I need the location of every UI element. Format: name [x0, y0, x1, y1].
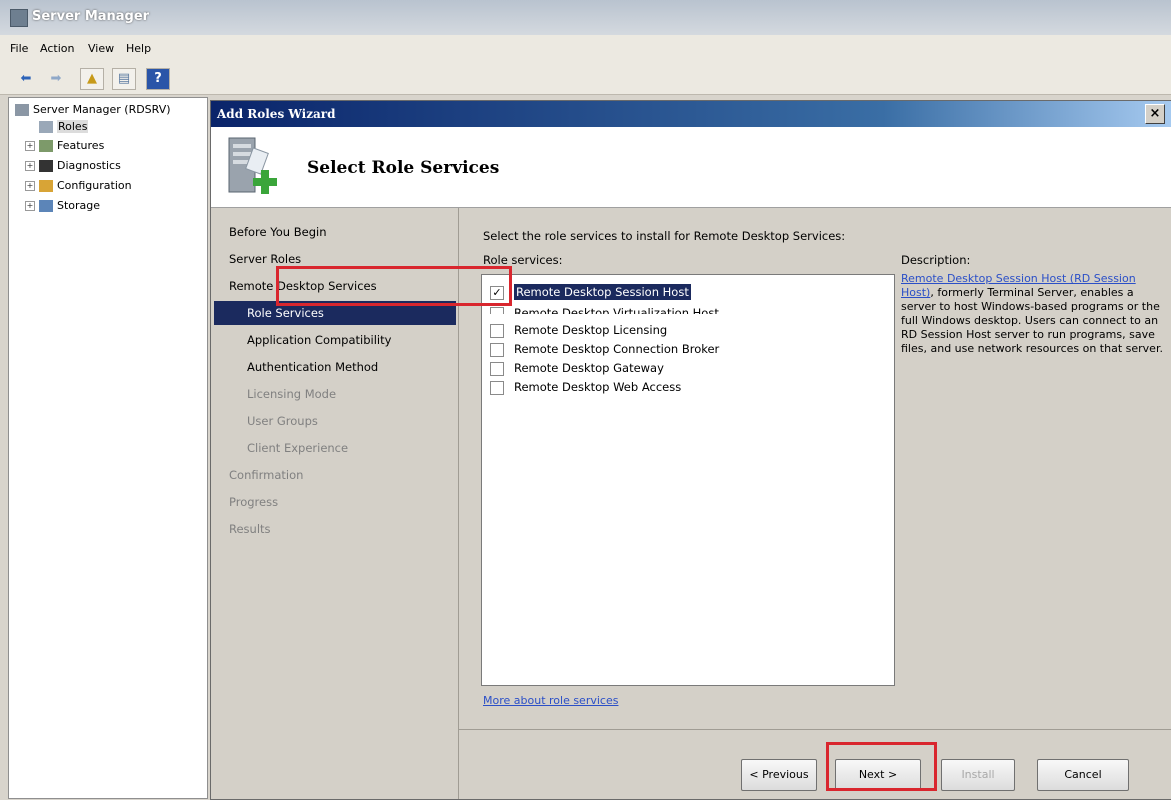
- menu-view[interactable]: View: [88, 42, 114, 55]
- wizard-header: Select Role Services: [211, 127, 1171, 208]
- role-service-licensing[interactable]: Remote Desktop Licensing: [490, 323, 667, 338]
- role-service-virtualization-host[interactable]: Remote Desktop Virtualization Host: [490, 306, 719, 314]
- close-icon[interactable]: ×: [1145, 104, 1165, 124]
- storage-icon: [39, 200, 53, 212]
- menu-help[interactable]: Help: [126, 42, 151, 55]
- instruction-text: Select the role services to install for …: [483, 229, 846, 243]
- description-text: Remote Desktop Session Host (RD Session …: [901, 272, 1163, 355]
- toolbar: ⬅ ➡ ▲ ▤ ?: [0, 62, 1171, 95]
- install-button: Install: [941, 759, 1015, 791]
- step-user-groups: User Groups: [247, 414, 318, 428]
- tree-item-features[interactable]: + Features: [25, 139, 104, 152]
- wizard-content: Select the role services to install for …: [459, 208, 1171, 728]
- window-title: Server Manager: [32, 9, 150, 24]
- console-tree: Server Manager (RDSRV) Roles + Features +…: [8, 97, 208, 799]
- wizard-title: Add Roles Wizard: [217, 107, 336, 121]
- step-confirmation: Confirmation: [229, 468, 304, 482]
- back-arrow-icon[interactable]: ⬅: [14, 68, 38, 90]
- configuration-icon: [39, 180, 53, 192]
- role-service-gateway[interactable]: Remote Desktop Gateway: [490, 361, 664, 376]
- help-icon[interactable]: ?: [146, 68, 170, 90]
- menu-file[interactable]: File: [10, 42, 28, 55]
- add-roles-wizard: Add Roles Wizard × Select Role Services …: [210, 100, 1171, 800]
- role-services-list[interactable]: ✓ Remote Desktop Session Host Remote Desk…: [481, 274, 895, 686]
- role-service-connection-broker[interactable]: Remote Desktop Connection Broker: [490, 342, 719, 357]
- wizard-footer: < Previous Next > Install Cancel: [459, 729, 1171, 800]
- highlight-session-host: [276, 266, 512, 306]
- window-title-bar: Server Manager: [0, 0, 1171, 35]
- more-about-role-services-link[interactable]: More about role services: [483, 694, 618, 707]
- role-service-session-host[interactable]: ✓ Remote Desktop Session Host: [490, 284, 691, 300]
- step-server-roles[interactable]: Server Roles: [229, 252, 301, 266]
- up-folder-icon[interactable]: ▲: [80, 68, 104, 90]
- menu-bar: File Action View Help: [0, 35, 1171, 63]
- show-hide-tree-icon[interactable]: ▤: [112, 68, 136, 90]
- step-application-compatibility[interactable]: Application Compatibility: [247, 333, 391, 347]
- previous-button[interactable]: < Previous: [741, 759, 817, 791]
- tree-item-roles[interactable]: Roles: [39, 120, 89, 133]
- expand-icon[interactable]: +: [25, 201, 35, 211]
- description-label: Description:: [901, 253, 971, 267]
- role-service-web-access[interactable]: Remote Desktop Web Access: [490, 380, 681, 395]
- checkbox-web-access[interactable]: [490, 380, 504, 395]
- server-icon: [15, 104, 29, 116]
- checkbox-licensing[interactable]: [490, 323, 504, 338]
- features-icon: [39, 140, 53, 152]
- checkbox-virtualization-host[interactable]: [490, 306, 504, 314]
- roles-icon: [39, 121, 53, 133]
- step-licensing-mode: Licensing Mode: [247, 387, 337, 401]
- tree-item-diagnostics[interactable]: + Diagnostics: [25, 159, 121, 172]
- page-title: Select Role Services: [307, 158, 500, 178]
- tree-item-storage[interactable]: + Storage: [25, 199, 100, 212]
- cancel-button[interactable]: Cancel: [1037, 759, 1129, 791]
- tree-root[interactable]: Server Manager (RDSRV): [15, 103, 171, 116]
- checkbox-connection-broker[interactable]: [490, 342, 504, 357]
- expand-icon[interactable]: +: [25, 141, 35, 151]
- diagnostics-icon: [39, 160, 53, 172]
- expand-icon[interactable]: +: [25, 161, 35, 171]
- step-before-you-begin[interactable]: Before You Begin: [229, 225, 326, 239]
- forward-arrow-icon[interactable]: ➡: [44, 68, 68, 90]
- wizard-title-bar: Add Roles Wizard ×: [211, 101, 1171, 127]
- tree-item-configuration[interactable]: + Configuration: [25, 179, 132, 192]
- menu-action[interactable]: Action: [40, 42, 74, 55]
- role-services-label: Role services:: [483, 253, 563, 267]
- server-manager-icon: [10, 9, 28, 27]
- checkbox-gateway[interactable]: [490, 361, 504, 376]
- step-progress: Progress: [229, 495, 279, 509]
- expand-icon[interactable]: +: [25, 181, 35, 191]
- server-add-icon: [228, 137, 277, 194]
- step-authentication-method[interactable]: Authentication Method: [247, 360, 378, 374]
- step-client-experience: Client Experience: [247, 441, 349, 455]
- highlight-next-button: [826, 742, 937, 791]
- step-results: Results: [229, 522, 271, 536]
